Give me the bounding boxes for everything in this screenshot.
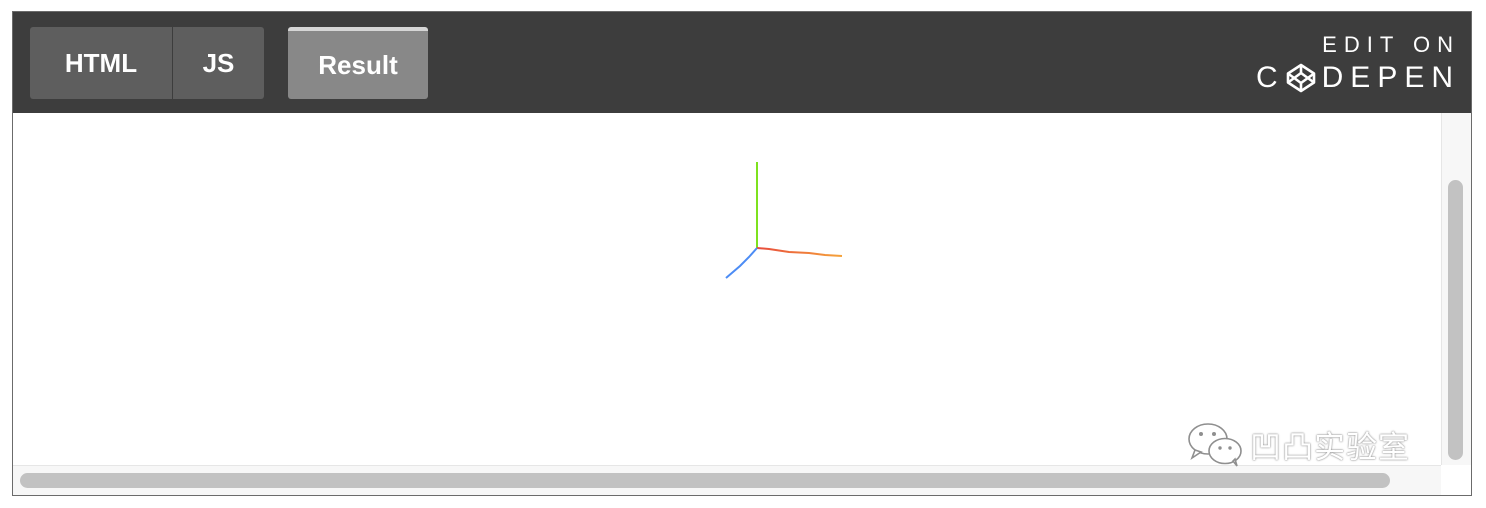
tab-result[interactable]: Result — [288, 27, 428, 99]
edit-on-codepen-link[interactable]: EDIT ON C DEPEN — [1256, 32, 1453, 94]
watermark-text: 凹凸实验室 — [1250, 429, 1410, 466]
vertical-scrollbar-thumb[interactable] — [1448, 180, 1463, 460]
z-axis-line — [725, 247, 758, 279]
tab-html[interactable]: HTML — [30, 27, 173, 99]
webgl-scene — [725, 162, 843, 279]
codepen-embed: HTML JS Result EDIT ON C DEPEN 凹凸实验室 — [12, 11, 1472, 496]
codepen-cube-icon — [1286, 63, 1315, 93]
horizontal-scrollbar-thumb[interactable] — [20, 473, 1390, 488]
codepen-wordmark-prefix: C — [1255, 61, 1285, 94]
view-tabs: HTML JS Result — [30, 27, 428, 99]
wechat-icon — [1188, 423, 1242, 467]
x-axis-line — [756, 247, 843, 257]
watermark: 凹凸实验室 — [1186, 421, 1410, 467]
edit-on-label: EDIT ON — [1322, 32, 1460, 57]
embed-toolbar: HTML JS Result EDIT ON C DEPEN — [13, 12, 1471, 113]
codepen-wordmark: C DEPEN — [1256, 62, 1453, 94]
result-pane: 凹凸实验室 — [13, 113, 1471, 495]
tab-js[interactable]: JS — [173, 27, 264, 99]
codepen-wordmark-suffix: DEPEN — [1321, 61, 1460, 94]
